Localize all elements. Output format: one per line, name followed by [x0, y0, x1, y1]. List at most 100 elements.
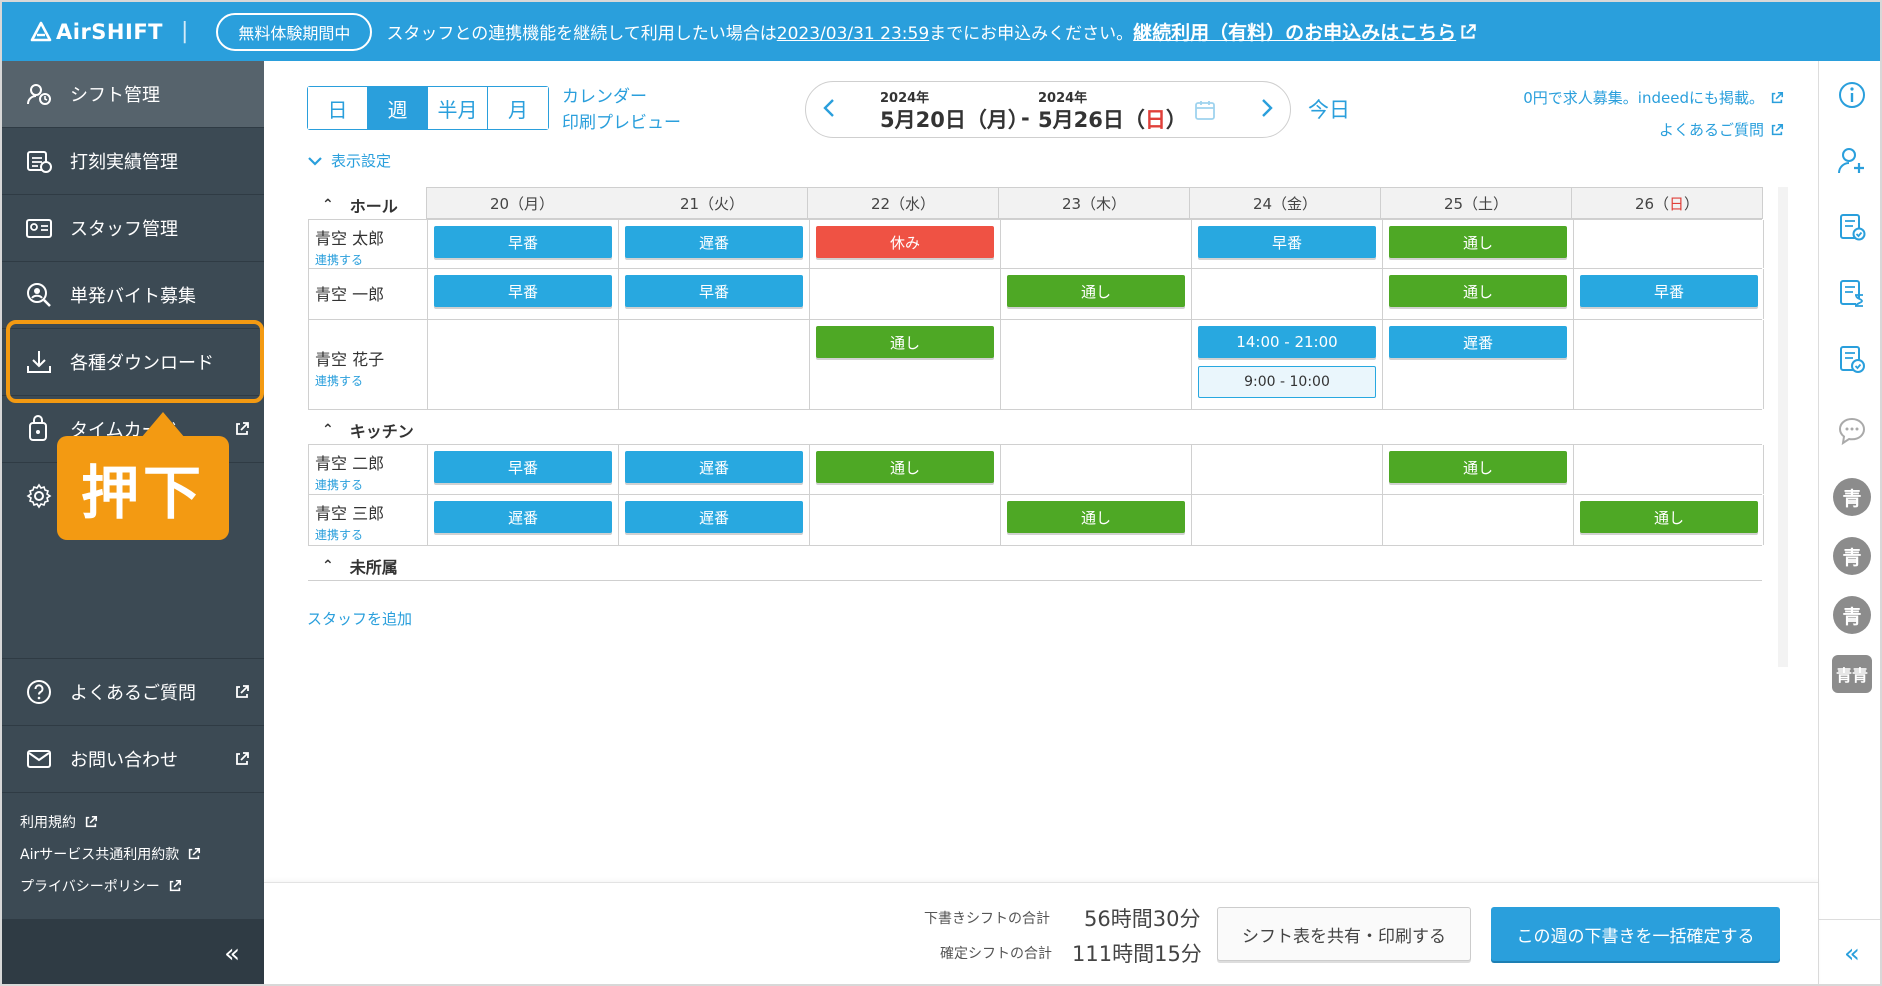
link-staff-link[interactable]: 連携する	[315, 372, 384, 389]
sidebar-item-faq[interactable]: よくあるご質問	[2, 659, 264, 725]
info-icon[interactable]	[1836, 79, 1868, 111]
next-week-button[interactable]	[1256, 96, 1276, 126]
schedule-cell[interactable]: 14:00 - 21:00 9:00 - 10:00	[1191, 320, 1382, 409]
shift-block[interactable]: 早番	[625, 275, 803, 307]
schedule-cell[interactable]: 遅番	[618, 495, 809, 545]
link-staff-link[interactable]: 連携する	[315, 251, 384, 268]
today-button[interactable]: 今日	[1308, 94, 1350, 124]
shift-block[interactable]: 遅番	[434, 501, 612, 533]
shift-block[interactable]: 通し	[1580, 501, 1758, 533]
shift-block[interactable]: 早番	[434, 451, 612, 483]
staff-name[interactable]: 青空 太郎	[315, 229, 384, 248]
avatar[interactable]: 青	[1833, 478, 1871, 516]
tab-half-month[interactable]: 半月	[428, 87, 488, 129]
schedule-cell[interactable]	[618, 320, 809, 409]
schedule-cell[interactable]	[1573, 445, 1764, 494]
right-rail-collapse-button[interactable]: «	[1819, 919, 1880, 984]
schedule-cell[interactable]: 遅番	[618, 220, 809, 268]
schedule-cell[interactable]: 通し	[809, 445, 1000, 494]
group-header-hall[interactable]: ⌃ ホール	[322, 193, 398, 217]
schedule-cell[interactable]: 早番	[427, 269, 618, 319]
shift-block[interactable]: 遅番	[625, 501, 803, 533]
schedule-cell[interactable]: 通し	[1382, 445, 1573, 494]
sidebar-item-one-time-job[interactable]: 単発バイト募集	[2, 262, 264, 328]
app-logo[interactable]: AirSHIFT	[30, 20, 163, 44]
link-staff-link[interactable]: 連携する	[315, 476, 384, 493]
schedule-cell[interactable]	[1000, 320, 1191, 409]
schedule-cell[interactable]: 早番	[427, 220, 618, 268]
sidebar-item-staff[interactable]: スタッフ管理	[2, 195, 264, 261]
link-staff-link[interactable]: 連携する	[315, 526, 384, 543]
calendar-print-preview-link[interactable]: カレンダー 印刷プレビュー	[562, 84, 681, 136]
schedule-cell[interactable]: 通し	[1382, 269, 1573, 319]
display-settings-toggle[interactable]: 表示設定	[307, 150, 391, 171]
shift-block[interactable]: 通し	[1007, 275, 1185, 307]
terms-link[interactable]: 利用規約	[20, 812, 98, 832]
schedule-cell[interactable]: 遅番	[1382, 320, 1573, 409]
privacy-policy-link[interactable]: プライバシーポリシー	[20, 876, 182, 896]
confirm-week-drafts-button[interactable]: この週の下書きを一括確定する	[1491, 907, 1780, 961]
shift-block[interactable]: 14:00 - 21:00	[1198, 326, 1376, 358]
schedule-cell[interactable]	[809, 495, 1000, 545]
shift-block[interactable]: 通し	[816, 326, 994, 358]
shift-block[interactable]: 通し	[1389, 451, 1567, 483]
schedule-cell[interactable]	[1191, 445, 1382, 494]
document-approve-icon[interactable]	[1836, 343, 1868, 375]
shift-block[interactable]: 9:00 - 10:00	[1198, 366, 1376, 398]
document-hourglass-icon[interactable]	[1836, 277, 1868, 309]
share-print-button[interactable]: シフト表を共有・印刷する	[1217, 907, 1471, 961]
schedule-cell[interactable]: 早番	[1191, 220, 1382, 268]
tab-week[interactable]: 週	[368, 87, 428, 129]
shift-block[interactable]: 遅番	[625, 226, 803, 258]
faq-link[interactable]: よくあるご質問	[1523, 114, 1784, 146]
schedule-cell[interactable]: 早番	[1573, 269, 1764, 319]
schedule-cell[interactable]: 遅番	[427, 495, 618, 545]
schedule-cell[interactable]: 休み	[809, 220, 1000, 268]
sidebar-item-clock-records[interactable]: 打刻実績管理	[2, 128, 264, 194]
shift-block[interactable]: 早番	[1198, 226, 1376, 258]
group-avatar[interactable]: 青青	[1832, 655, 1872, 693]
tab-day[interactable]: 日	[308, 87, 368, 129]
staff-name[interactable]: 青空 花子	[315, 350, 384, 369]
schedule-cell[interactable]: 通し	[1382, 220, 1573, 268]
shift-block[interactable]: 早番	[1580, 275, 1758, 307]
continue-subscription-link[interactable]: 継続利用（有料）のお申込みはこちら	[1133, 22, 1456, 44]
recruit-link[interactable]: 0円で求人募集。indeedにも掲載。	[1523, 82, 1784, 114]
schedule-cell[interactable]: 通し	[1000, 495, 1191, 545]
shift-block[interactable]: 休み	[816, 226, 994, 258]
schedule-cell[interactable]	[1573, 320, 1764, 409]
schedule-cell[interactable]	[1191, 495, 1382, 545]
shift-block[interactable]: 通し	[1007, 501, 1185, 533]
schedule-cell[interactable]	[427, 320, 618, 409]
schedule-cell[interactable]	[809, 269, 1000, 319]
schedule-cell[interactable]: 通し	[1573, 495, 1764, 545]
shift-block[interactable]: 遅番	[625, 451, 803, 483]
schedule-cell[interactable]: 早番	[427, 445, 618, 494]
schedule-cell[interactable]: 早番	[618, 269, 809, 319]
staff-name[interactable]: 青空 三郎	[315, 504, 384, 523]
vertical-scrollbar[interactable]	[1778, 187, 1788, 667]
schedule-cell[interactable]	[1000, 220, 1191, 268]
document-check-icon[interactable]	[1836, 211, 1868, 243]
shift-block[interactable]: 通し	[816, 451, 994, 483]
shift-block[interactable]: 通し	[1389, 226, 1567, 258]
schedule-cell[interactable]: 通し	[809, 320, 1000, 409]
schedule-cell[interactable]	[1573, 220, 1764, 268]
shift-block[interactable]: 早番	[434, 226, 612, 258]
avatar[interactable]: 青	[1833, 537, 1871, 575]
chat-icon[interactable]	[1836, 415, 1868, 447]
schedule-cell[interactable]	[1191, 269, 1382, 319]
staff-name[interactable]: 青空 一郎	[315, 285, 384, 304]
prev-week-button[interactable]	[820, 96, 840, 126]
add-staff-link[interactable]: スタッフを追加	[307, 608, 412, 629]
shift-block[interactable]: 遅番	[1389, 326, 1567, 358]
shift-block[interactable]: 通し	[1389, 275, 1567, 307]
add-user-icon[interactable]	[1836, 145, 1868, 177]
calendar-picker-button[interactable]	[1194, 99, 1216, 125]
schedule-cell[interactable]	[1382, 495, 1573, 545]
sidebar-item-contact[interactable]: お問い合わせ	[2, 726, 264, 792]
schedule-cell[interactable]: 通し	[1000, 269, 1191, 319]
sidebar-item-shift[interactable]: シフト管理	[2, 61, 264, 127]
group-header[interactable]: ⌃ キッチン	[322, 418, 414, 442]
avatar[interactable]: 青	[1833, 596, 1871, 634]
